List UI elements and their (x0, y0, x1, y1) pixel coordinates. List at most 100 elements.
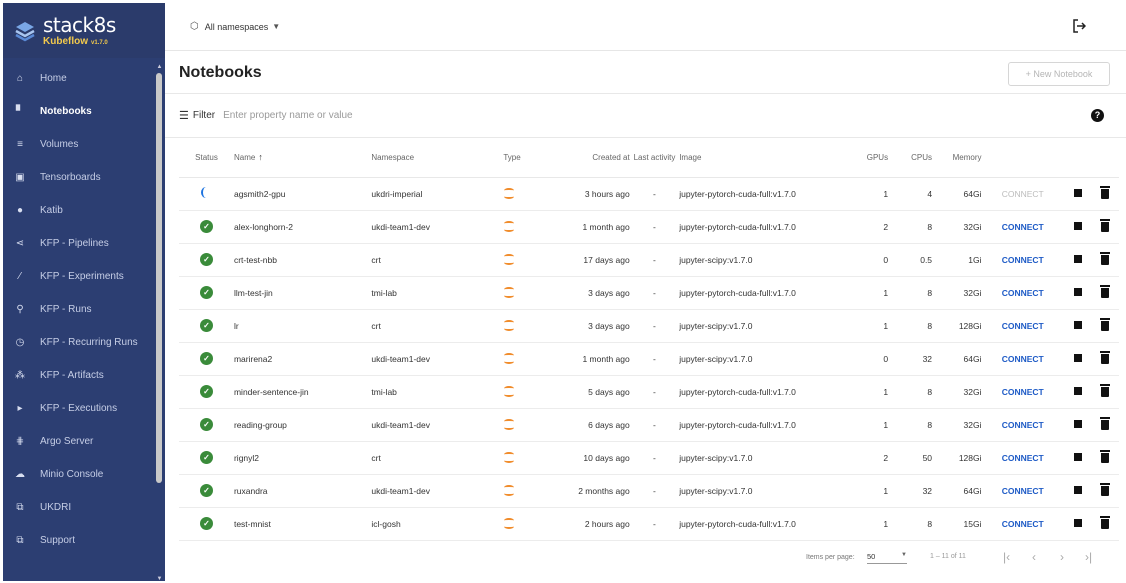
table-row[interactable]: ✓ alex-longhorn-2 ukdi-team1-dev 1 month ag… (179, 210, 1119, 244)
logout-icon[interactable] (1072, 19, 1087, 36)
scrollbar-thumb[interactable] (156, 73, 162, 483)
connect-button[interactable]: CONNECT (1002, 486, 1044, 496)
namespace-selector[interactable]: ⬡ All namespaces ▼ (190, 21, 280, 32)
page-size-select[interactable]: 50 ▼ (867, 552, 907, 564)
table-row[interactable]: ✓ test-mnist icl-gosh 2 hours ago - jupyter-p… (179, 507, 1119, 541)
header-namespace[interactable]: Namespace (371, 138, 504, 178)
header-cpus[interactable]: CPUs (888, 138, 933, 178)
cpu-count: 0.5 (888, 243, 933, 277)
gpu-count: 1 (855, 177, 889, 211)
scroll-up-icon[interactable]: ▲ (156, 63, 163, 71)
stop-icon[interactable] (1073, 452, 1082, 461)
delete-icon[interactable] (1100, 449, 1111, 463)
table-row[interactable]: ✓ marirena2 ukdi-team1-dev 1 month ago - jupy… (179, 342, 1119, 376)
delete-icon[interactable] (1100, 383, 1111, 397)
connect-button[interactable]: CONNECT (1002, 288, 1044, 298)
connect-button[interactable]: CONNECT (1002, 189, 1044, 199)
table-row[interactable]: ✓ ruxandra ukdi-team1-dev 2 months ago - jupy… (179, 474, 1119, 508)
connect-button[interactable]: CONNECT (1002, 519, 1044, 529)
header-created[interactable]: Created at (552, 138, 630, 178)
last-activity: - (629, 210, 680, 244)
filter-icon: ☰ (179, 110, 189, 122)
gpu-count: 0 (855, 243, 889, 277)
table-row[interactable]: ✓ lr crt 3 days ago - jupyter-scipy:v1.7.0 1 8 1… (179, 309, 1119, 343)
jupyter-icon (503, 351, 515, 365)
first-page-icon[interactable]: |‹ (1003, 550, 1010, 564)
notebook-name: llm-test-jin (233, 276, 372, 310)
delete-icon[interactable] (1100, 350, 1111, 364)
scroll-down-icon[interactable]: ▼ (156, 575, 163, 581)
table-row[interactable]: ✓ crt-test-nbb crt 17 days ago - jupyter-scip… (179, 243, 1119, 277)
table-row[interactable]: ✓ llm-test-jin tmi-lab 3 days ago - jupyter-p… (179, 276, 1119, 310)
sidebar-item-katib[interactable]: ● Katib (3, 194, 165, 227)
delete-icon[interactable] (1100, 482, 1111, 496)
delete-icon[interactable] (1100, 284, 1111, 298)
sidebar-item-kfp-experiments[interactable]: ⁄ KFP - Experiments (3, 260, 165, 293)
table-row[interactable]: agsmith2-gpu ukdri-imperial 3 hours ago - ju… (179, 177, 1119, 211)
header-status[interactable]: Status (179, 138, 234, 178)
ready-check-icon: ✓ (199, 451, 213, 464)
sidebar-item-argo-server[interactable]: ⋕ Argo Server (3, 425, 165, 458)
connect-button[interactable]: CONNECT (1002, 321, 1044, 331)
sidebar-item-kfp-pipelines[interactable]: ⋖ KFP - Pipelines (3, 227, 165, 260)
sidebar-item-support[interactable]: ⧉ Support (3, 524, 165, 557)
table-row[interactable]: ✓ reading-group ukdi-team1-dev 6 days ago - j… (179, 408, 1119, 442)
stop-icon[interactable] (1073, 353, 1082, 362)
header-memory[interactable]: Memory (932, 138, 982, 178)
sidebar-item-kfp-recurring-runs[interactable]: ◷ KFP - Recurring Runs (3, 326, 165, 359)
delete-icon[interactable] (1100, 218, 1111, 232)
delete-icon[interactable] (1100, 251, 1111, 265)
sidebar-item-volumes[interactable]: ≡ Volumes (3, 128, 165, 161)
notebook-name: agsmith2-gpu (233, 177, 372, 211)
sidebar-item-label: Notebooks (40, 106, 92, 117)
header-image[interactable]: Image (679, 138, 856, 178)
header-last-activity[interactable]: Last activity (629, 138, 680, 178)
connect-button[interactable]: CONNECT (1002, 222, 1044, 232)
header-gpus[interactable]: GPUs (855, 138, 889, 178)
connect-button[interactable]: CONNECT (1002, 420, 1044, 430)
delete-icon[interactable] (1100, 515, 1111, 529)
connect-button[interactable]: CONNECT (1002, 255, 1044, 265)
sidebar-item-kfp-executions[interactable]: ▸ KFP - Executions (3, 392, 165, 425)
stop-icon[interactable] (1073, 188, 1082, 197)
stop-icon[interactable] (1073, 254, 1082, 263)
status-cell: ✓ (179, 276, 234, 310)
delete-icon[interactable] (1100, 185, 1111, 199)
stop-icon[interactable] (1073, 287, 1082, 296)
stop-icon[interactable] (1073, 320, 1082, 329)
table-row[interactable]: ✓ minder-sentence-jin tmi-lab 5 days ago - ju… (179, 375, 1119, 409)
sidebar-item-kfp-runs[interactable]: ⚲ KFP - Runs (3, 293, 165, 326)
stop-icon[interactable] (1073, 221, 1082, 230)
new-notebook-button[interactable]: + New Notebook (1008, 62, 1110, 86)
sidebar-item-minio-console[interactable]: ☁ Minio Console (3, 458, 165, 491)
sidebar-item-kfp-artifacts[interactable]: ⁂ KFP - Artifacts (3, 359, 165, 392)
next-page-icon[interactable]: › (1060, 550, 1064, 564)
stop-icon[interactable] (1073, 518, 1082, 527)
last-page-icon[interactable]: ›| (1085, 550, 1092, 564)
image-name: jupyter-pytorch-cuda-full:v1.7.0 (679, 177, 856, 211)
filter-input[interactable] (223, 110, 524, 121)
header-name[interactable]: Name ↑ (233, 138, 372, 178)
delete-icon[interactable] (1100, 416, 1111, 430)
type-cell (503, 177, 553, 211)
sidebar-item-label: Home (40, 73, 67, 84)
brand[interactable]: stack8s Kubeflow v1.7.0 (3, 3, 165, 58)
sidebar-item-tensorboards[interactable]: ▣ Tensorboards (3, 161, 165, 194)
gpu-count: 1 (855, 474, 889, 508)
connect-button[interactable]: CONNECT (1002, 354, 1044, 364)
header-type[interactable]: Type (503, 138, 553, 178)
sidebar-scrollbar[interactable]: ▲ ▼ (156, 63, 163, 581)
delete-icon[interactable] (1100, 317, 1111, 331)
table-row[interactable]: ✓ rignyl2 crt 10 days ago - jupyter-scipy:v1.… (179, 441, 1119, 475)
sidebar-item-ukdri[interactable]: ⧉ UKDRI (3, 491, 165, 524)
stop-icon[interactable] (1073, 419, 1082, 428)
sidebar-item-notebooks[interactable]: ▘ Notebooks (3, 95, 165, 128)
previous-page-icon[interactable]: ‹ (1032, 550, 1036, 564)
stop-icon[interactable] (1073, 386, 1082, 395)
connect-button[interactable]: CONNECT (1002, 453, 1044, 463)
connect-button[interactable]: CONNECT (1002, 387, 1044, 397)
help-icon[interactable]: ? (1091, 109, 1104, 122)
sidebar-item-home[interactable]: ⌂ Home (3, 62, 165, 95)
stop-icon[interactable] (1073, 485, 1082, 494)
brand-product: Kubeflow (43, 35, 88, 47)
